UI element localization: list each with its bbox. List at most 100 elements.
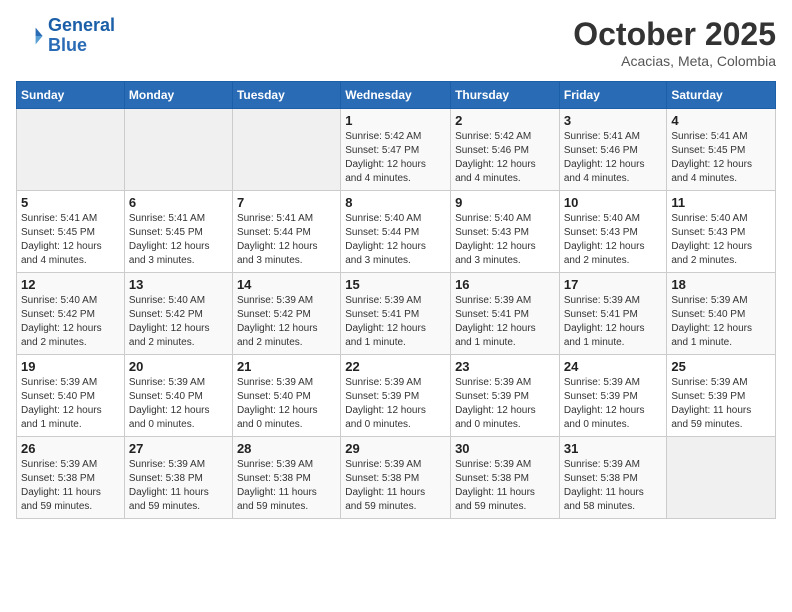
weekday-header-row: SundayMondayTuesdayWednesdayThursdayFrid…: [17, 82, 776, 109]
day-number: 2: [455, 113, 555, 128]
calendar-cell: 21 Sunrise: 5:39 AM Sunset: 5:40 PM Dayli…: [232, 355, 340, 437]
calendar-cell: 13 Sunrise: 5:40 AM Sunset: 5:42 PM Dayli…: [124, 273, 232, 355]
day-info: Sunrise: 5:39 AM Sunset: 5:39 PM Dayligh…: [671, 376, 771, 432]
calendar-week-row: 19 Sunrise: 5:39 AM Sunset: 5:40 PM Dayli…: [17, 355, 776, 437]
calendar-cell: 31 Sunrise: 5:39 AM Sunset: 5:38 PM Dayli…: [559, 437, 667, 519]
day-info: Sunrise: 5:40 AM Sunset: 5:43 PM Dayligh…: [671, 212, 771, 268]
day-info: Sunrise: 5:39 AM Sunset: 5:39 PM Dayligh…: [564, 376, 663, 432]
day-number: 26: [21, 441, 120, 456]
calendar-cell: 16Sunrise: 5:39 AM Sunset: 5:41 PM Dayli…: [451, 273, 560, 355]
day-number: 3: [564, 113, 663, 128]
day-number: 17: [564, 277, 663, 292]
logo-icon: [16, 22, 44, 50]
location-subtitle: Acacias, Meta, Colombia: [573, 53, 776, 69]
day-info: Sunrise: 5:39 AM Sunset: 5:38 PM Dayligh…: [237, 458, 336, 514]
day-number: 28: [237, 441, 336, 456]
calendar-cell: 22 Sunrise: 5:39 AM Sunset: 5:39 PM Dayli…: [341, 355, 451, 437]
calendar-week-row: 5Sunrise: 5:41 AM Sunset: 5:45 PM Daylig…: [17, 191, 776, 273]
logo-blue: Blue: [48, 36, 115, 56]
day-number: 1: [345, 113, 446, 128]
day-number: 14: [237, 277, 336, 292]
calendar-week-row: 26 Sunrise: 5:39 AM Sunset: 5:38 PM Dayli…: [17, 437, 776, 519]
weekday-header: Tuesday: [232, 82, 340, 109]
calendar-cell: 12Sunrise: 5:40 AM Sunset: 5:42 PM Dayli…: [17, 273, 125, 355]
weekday-header: Wednesday: [341, 82, 451, 109]
day-number: 29: [345, 441, 446, 456]
calendar-cell: 20 Sunrise: 5:39 AM Sunset: 5:40 PM Dayli…: [124, 355, 232, 437]
calendar-cell: 28 Sunrise: 5:39 AM Sunset: 5:38 PM Dayli…: [232, 437, 340, 519]
calendar-cell: 27 Sunrise: 5:39 AM Sunset: 5:38 PM Dayli…: [124, 437, 232, 519]
calendar-cell: 4Sunrise: 5:41 AM Sunset: 5:45 PM Daylig…: [667, 109, 776, 191]
day-number: 24: [564, 359, 663, 374]
calendar-cell: 5Sunrise: 5:41 AM Sunset: 5:45 PM Daylig…: [17, 191, 125, 273]
day-info: Sunrise: 5:40 AM Sunset: 5:42 PM Dayligh…: [21, 294, 120, 350]
day-number: 27: [129, 441, 228, 456]
day-info: Sunrise: 5:39 AM Sunset: 5:40 PM Dayligh…: [237, 376, 336, 432]
calendar-week-row: 12Sunrise: 5:40 AM Sunset: 5:42 PM Dayli…: [17, 273, 776, 355]
calendar-cell: 9 Sunrise: 5:40 AM Sunset: 5:43 PM Daylig…: [451, 191, 560, 273]
calendar-cell: 14 Sunrise: 5:39 AM Sunset: 5:42 PM Dayli…: [232, 273, 340, 355]
day-number: 13: [129, 277, 228, 292]
day-number: 20: [129, 359, 228, 374]
weekday-header: Friday: [559, 82, 667, 109]
page-header: General Blue October 2025 Acacias, Meta,…: [16, 16, 776, 69]
day-info: Sunrise: 5:39 AM Sunset: 5:41 PM Dayligh…: [564, 294, 663, 350]
day-info: Sunrise: 5:41 AM Sunset: 5:45 PM Dayligh…: [129, 212, 228, 268]
day-info: Sunrise: 5:39 AM Sunset: 5:38 PM Dayligh…: [129, 458, 228, 514]
day-number: 30: [455, 441, 555, 456]
calendar-cell: 15 Sunrise: 5:39 AM Sunset: 5:41 PM Dayli…: [341, 273, 451, 355]
day-number: 21: [237, 359, 336, 374]
day-number: 10: [564, 195, 663, 210]
day-number: 6: [129, 195, 228, 210]
day-number: 9: [455, 195, 555, 210]
day-info: Sunrise: 5:41 AM Sunset: 5:46 PM Dayligh…: [564, 130, 663, 186]
calendar-cell: [17, 109, 125, 191]
day-number: 31: [564, 441, 663, 456]
weekday-header: Sunday: [17, 82, 125, 109]
day-info: Sunrise: 5:40 AM Sunset: 5:42 PM Dayligh…: [129, 294, 228, 350]
day-info: Sunrise: 5:39 AM Sunset: 5:38 PM Dayligh…: [345, 458, 446, 514]
calendar-cell: 29 Sunrise: 5:39 AM Sunset: 5:38 PM Dayli…: [341, 437, 451, 519]
day-info: Sunrise: 5:39 AM Sunset: 5:39 PM Dayligh…: [345, 376, 446, 432]
day-info: Sunrise: 5:39 AM Sunset: 5:38 PM Dayligh…: [564, 458, 663, 514]
calendar-table: SundayMondayTuesdayWednesdayThursdayFrid…: [16, 81, 776, 519]
calendar-cell: 26 Sunrise: 5:39 AM Sunset: 5:38 PM Dayli…: [17, 437, 125, 519]
day-number: 18: [671, 277, 771, 292]
day-number: 7: [237, 195, 336, 210]
calendar-cell: 17 Sunrise: 5:39 AM Sunset: 5:41 PM Dayli…: [559, 273, 667, 355]
logo-text: General Blue: [48, 16, 115, 56]
calendar-week-row: 1 Sunrise: 5:42 AM Sunset: 5:47 PM Daylig…: [17, 109, 776, 191]
day-info: Sunrise: 5:42 AM Sunset: 5:47 PM Dayligh…: [345, 130, 446, 186]
calendar-cell: 23Sunrise: 5:39 AM Sunset: 5:39 PM Dayli…: [451, 355, 560, 437]
weekday-header: Monday: [124, 82, 232, 109]
logo-general: General: [48, 15, 115, 35]
day-info: Sunrise: 5:39 AM Sunset: 5:40 PM Dayligh…: [21, 376, 120, 432]
calendar-cell: 24 Sunrise: 5:39 AM Sunset: 5:39 PM Dayli…: [559, 355, 667, 437]
calendar-cell: 19 Sunrise: 5:39 AM Sunset: 5:40 PM Dayli…: [17, 355, 125, 437]
day-info: Sunrise: 5:40 AM Sunset: 5:43 PM Dayligh…: [564, 212, 663, 268]
day-info: Sunrise: 5:41 AM Sunset: 5:45 PM Dayligh…: [21, 212, 120, 268]
day-info: Sunrise: 5:39 AM Sunset: 5:40 PM Dayligh…: [129, 376, 228, 432]
day-info: Sunrise: 5:41 AM Sunset: 5:44 PM Dayligh…: [237, 212, 336, 268]
day-info: Sunrise: 5:40 AM Sunset: 5:43 PM Dayligh…: [455, 212, 555, 268]
day-number: 25: [671, 359, 771, 374]
calendar-cell: 18 Sunrise: 5:39 AM Sunset: 5:40 PM Dayli…: [667, 273, 776, 355]
calendar-cell: 10 Sunrise: 5:40 AM Sunset: 5:43 PM Dayli…: [559, 191, 667, 273]
logo: General Blue: [16, 16, 115, 56]
day-info: Sunrise: 5:39 AM Sunset: 5:41 PM Dayligh…: [345, 294, 446, 350]
day-info: Sunrise: 5:39 AM Sunset: 5:38 PM Dayligh…: [455, 458, 555, 514]
calendar-cell: 3 Sunrise: 5:41 AM Sunset: 5:46 PM Daylig…: [559, 109, 667, 191]
day-number: 19: [21, 359, 120, 374]
calendar-cell: 2Sunrise: 5:42 AM Sunset: 5:46 PM Daylig…: [451, 109, 560, 191]
day-number: 15: [345, 277, 446, 292]
day-info: Sunrise: 5:41 AM Sunset: 5:45 PM Dayligh…: [671, 130, 771, 186]
calendar-cell: 25 Sunrise: 5:39 AM Sunset: 5:39 PM Dayli…: [667, 355, 776, 437]
calendar-cell: 7 Sunrise: 5:41 AM Sunset: 5:44 PM Daylig…: [232, 191, 340, 273]
day-info: Sunrise: 5:39 AM Sunset: 5:38 PM Dayligh…: [21, 458, 120, 514]
day-info: Sunrise: 5:39 AM Sunset: 5:40 PM Dayligh…: [671, 294, 771, 350]
day-number: 22: [345, 359, 446, 374]
day-info: Sunrise: 5:39 AM Sunset: 5:41 PM Dayligh…: [455, 294, 555, 350]
calendar-cell: 11Sunrise: 5:40 AM Sunset: 5:43 PM Dayli…: [667, 191, 776, 273]
day-info: Sunrise: 5:39 AM Sunset: 5:42 PM Dayligh…: [237, 294, 336, 350]
month-year-title: October 2025: [573, 16, 776, 53]
